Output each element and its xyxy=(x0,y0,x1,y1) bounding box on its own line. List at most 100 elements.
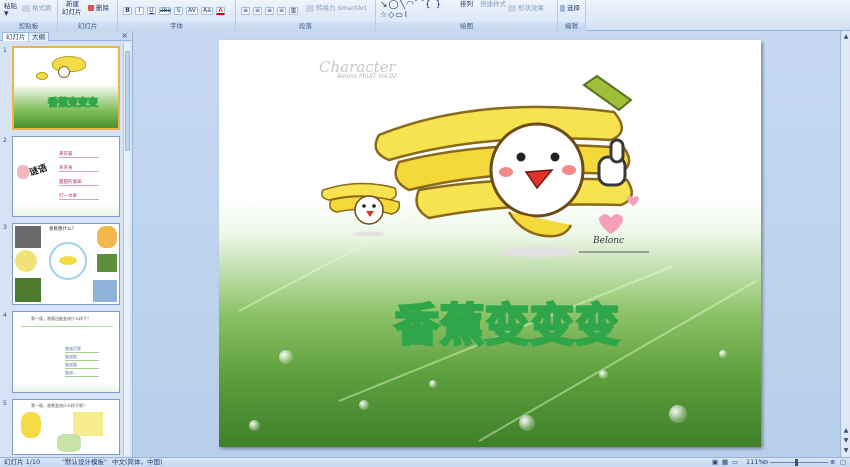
water-drop xyxy=(359,400,369,410)
font-group: B I U abc S AV Aa A 字体 xyxy=(118,0,236,31)
prev-slide-icon[interactable]: ▲ xyxy=(842,427,850,435)
small-banana-character xyxy=(321,182,401,237)
photo-image xyxy=(15,278,41,302)
thumb-line: 变成船 xyxy=(65,354,99,361)
delete-slide-button[interactable]: 删除 xyxy=(88,4,109,12)
thumb-number: 3 xyxy=(3,224,7,231)
slide-thumbnail-2[interactable]: 谜语 黄衣裳 弯弯身 甜甜的滋味 打一水果 xyxy=(12,136,120,217)
underline-button[interactable]: U xyxy=(147,7,156,15)
water-drop xyxy=(249,420,260,431)
character-image xyxy=(57,434,81,452)
slide-thumbnail-5[interactable]: 第一版，香蕉变成什么样子呢？ xyxy=(12,399,120,455)
thumb-line: 变成月亮 xyxy=(65,346,99,353)
slide-title[interactable]: 香蕉变变变 xyxy=(394,289,621,353)
photo-image xyxy=(93,280,117,302)
align-center-icon[interactable]: ≡ xyxy=(253,7,262,15)
drawing-group-label: 绘图 xyxy=(376,22,557,31)
zoom-in-icon[interactable]: ⊕ xyxy=(830,458,835,467)
scroll-down-icon[interactable]: ▼ xyxy=(842,447,850,455)
thumb-number: 4 xyxy=(3,312,7,319)
smartart-icon xyxy=(306,4,314,12)
italic-button[interactable]: I xyxy=(135,7,144,15)
drawing-image xyxy=(73,412,103,436)
banana-image xyxy=(21,412,41,438)
banana-image xyxy=(97,226,117,248)
bold-button[interactable]: B xyxy=(123,7,132,15)
thumb-number: 1 xyxy=(3,47,7,54)
signature: Belonc xyxy=(593,236,625,246)
water-drop xyxy=(719,350,727,358)
strikethrough-button[interactable]: abc xyxy=(159,7,171,15)
shadow-button[interactable]: S xyxy=(174,7,183,15)
zoom-slider[interactable] xyxy=(770,462,828,463)
format-painter-button[interactable]: 格式刷 xyxy=(22,4,52,12)
slide-thumbnail-1[interactable]: 香蕉变变变 xyxy=(12,46,120,130)
banana-image xyxy=(59,256,77,265)
next-slide-icon[interactable]: ▼ xyxy=(842,437,850,445)
thumbnail-scrollbar[interactable] xyxy=(123,43,130,455)
shape-effects-icon xyxy=(508,4,516,12)
change-case-button[interactable]: Aa xyxy=(201,7,213,15)
thumb-line: 变成鼓 xyxy=(65,362,99,369)
align-left-icon[interactable]: ≡ xyxy=(241,7,250,15)
arrange-button[interactable]: 排列 xyxy=(460,0,473,8)
select-button[interactable]: 选择 xyxy=(560,4,580,12)
convert-smartart-button[interactable]: 转换为 SmartArt xyxy=(306,4,367,12)
shape-effects-button[interactable]: 形状效果 xyxy=(508,4,544,12)
banana-face xyxy=(489,122,585,218)
font-color-button[interactable]: A xyxy=(216,7,225,15)
new-slide-button[interactable]: 新建 xyxy=(66,0,79,8)
slides-group: 新建 幻灯片 删除 幻灯片 xyxy=(58,0,118,31)
scroll-up-icon[interactable]: ▲ xyxy=(842,33,850,41)
theme-name: "默认设计模板" xyxy=(62,458,107,466)
slide-sorter-icon[interactable]: ▦ xyxy=(722,458,728,467)
thumb-line: 黄衣裳 xyxy=(59,151,99,158)
shapes-gallery-row2[interactable]: ☆◇▭⌇ xyxy=(380,11,409,19)
format-painter-icon xyxy=(22,4,30,12)
paste-dropdown-icon[interactable]: ▾ xyxy=(4,10,9,19)
workspace-scrollbar[interactable]: ▲ ▲ ▼ ▼ xyxy=(840,31,850,457)
zoom-level[interactable]: 111% xyxy=(746,458,765,467)
thumb-line: 打一水果 xyxy=(59,193,99,200)
fit-window-icon[interactable]: ▢ xyxy=(840,458,846,467)
font-group-label: 字体 xyxy=(118,22,235,31)
thumb-line: 甜甜的滋味 xyxy=(59,179,99,186)
zoom-slider-knob[interactable] xyxy=(795,459,798,466)
scrollbar-thumb[interactable] xyxy=(125,51,130,151)
slideshow-icon[interactable]: ▭ xyxy=(732,458,738,467)
photo-image xyxy=(97,254,117,272)
thumb-line: 弯弯身 xyxy=(59,165,99,172)
char-spacing-button[interactable]: AV xyxy=(186,7,198,15)
ribbon: 粘贴 ▾ 格式刷 剪贴板 新建 幻灯片 删除 幻灯片 B I U abc S A… xyxy=(0,0,850,31)
slide-workspace: Character Belons FRUIT Vol.02 Belonc 香蕉变… xyxy=(134,31,850,457)
zoom-out-icon[interactable]: ⊖ xyxy=(763,458,768,467)
slide-canvas[interactable]: Character Belons FRUIT Vol.02 Belonc 香蕉变… xyxy=(219,40,761,447)
align-right-icon[interactable]: ≡ xyxy=(265,7,274,15)
heart-icon xyxy=(599,214,623,234)
water-drop xyxy=(279,350,293,364)
paragraph-group: ≡ ≡ ≡ ≡ ▥ 转换为 SmartArt 段落 xyxy=(236,0,376,31)
delete-icon xyxy=(88,5,94,11)
slide-thumbnail-3[interactable]: 香蕉像什么？ xyxy=(12,223,120,305)
language-indicator[interactable]: 中文(简体，中国) xyxy=(112,458,163,467)
quick-styles-button[interactable]: 快速样式 xyxy=(480,0,506,8)
small-banana-image xyxy=(36,72,48,80)
justify-icon[interactable]: ≡ xyxy=(277,7,286,15)
slide-thumbnail-4[interactable]: 第一版，香蕉还能变成什么样子？ 变成月亮 变成船 变成鼓 变成… xyxy=(12,311,120,393)
thumb-title: 香蕉像什么？ xyxy=(49,227,76,232)
tab-slides[interactable]: 幻灯片 xyxy=(2,32,30,41)
editing-group-label: 编辑 xyxy=(558,22,585,31)
normal-view-icon[interactable]: ▣ xyxy=(712,458,718,467)
thumb-title: 第一版，香蕉变成什么样子呢？ xyxy=(31,403,87,408)
tab-outline[interactable]: 大纲 xyxy=(28,32,49,41)
water-drop xyxy=(519,415,535,431)
slides-group-label: 幻灯片 xyxy=(58,22,117,31)
shapes-gallery[interactable]: ↘◯╲◠⌒{ } xyxy=(380,1,442,10)
close-panel-icon[interactable]: × xyxy=(121,31,128,41)
photo-image xyxy=(15,226,41,248)
drawing-group: ↘◯╲◠⌒{ } ☆◇▭⌇ 排列 快速样式 形状效果 绘图 xyxy=(376,0,558,31)
columns-icon[interactable]: ▥ xyxy=(289,7,298,15)
paragraph-group-label: 段落 xyxy=(236,22,375,31)
banana-face xyxy=(58,66,70,78)
clipboard-group-label: 剪贴板 xyxy=(0,22,57,31)
